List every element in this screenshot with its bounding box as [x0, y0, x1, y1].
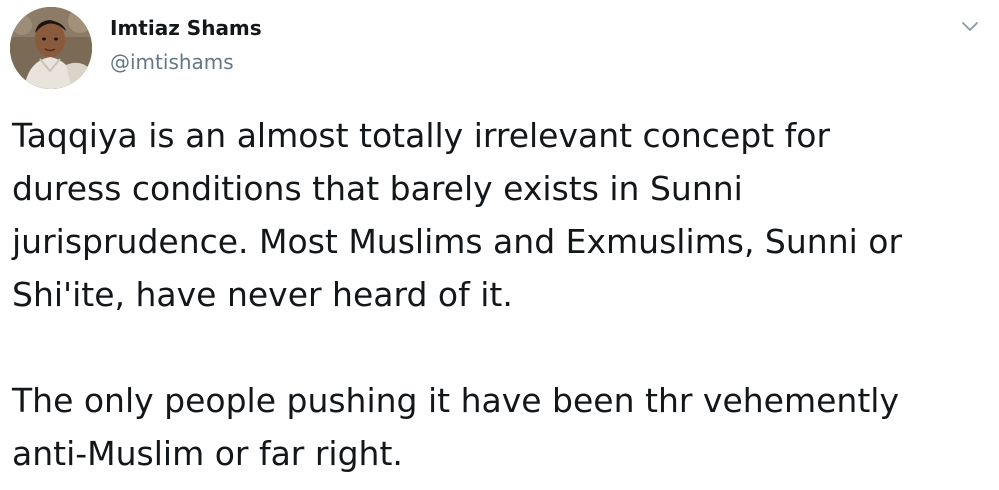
tweet-card: Imtiaz Shams @imtishams Taqqiya is an al… [0, 0, 999, 490]
chevron-down-icon [962, 22, 978, 31]
author-handle[interactable]: @imtishams [110, 50, 234, 74]
tweet-text: Taqqiya is an almost totally irrelevant … [12, 109, 972, 480]
tweet-text-line: Taqqiya is an almost totally irrelevant … [12, 116, 831, 155]
tweet-text-line: anti-Muslim or far right. [12, 434, 403, 473]
tweet-text-line: The only people pushing it have been thr… [12, 381, 899, 420]
author-display-name[interactable]: Imtiaz Shams [110, 16, 262, 40]
tweet-text-line: jurisprudence. Most Muslims and Exmuslim… [12, 222, 903, 261]
author-avatar[interactable] [10, 7, 92, 89]
tweet-menu-button[interactable] [958, 14, 982, 38]
tweet-text-line: Shi'ite, have never heard of it. [12, 275, 513, 314]
tweet-text-line: duress conditions that barely exists in … [12, 169, 743, 208]
avatar-photo-icon [10, 7, 92, 89]
